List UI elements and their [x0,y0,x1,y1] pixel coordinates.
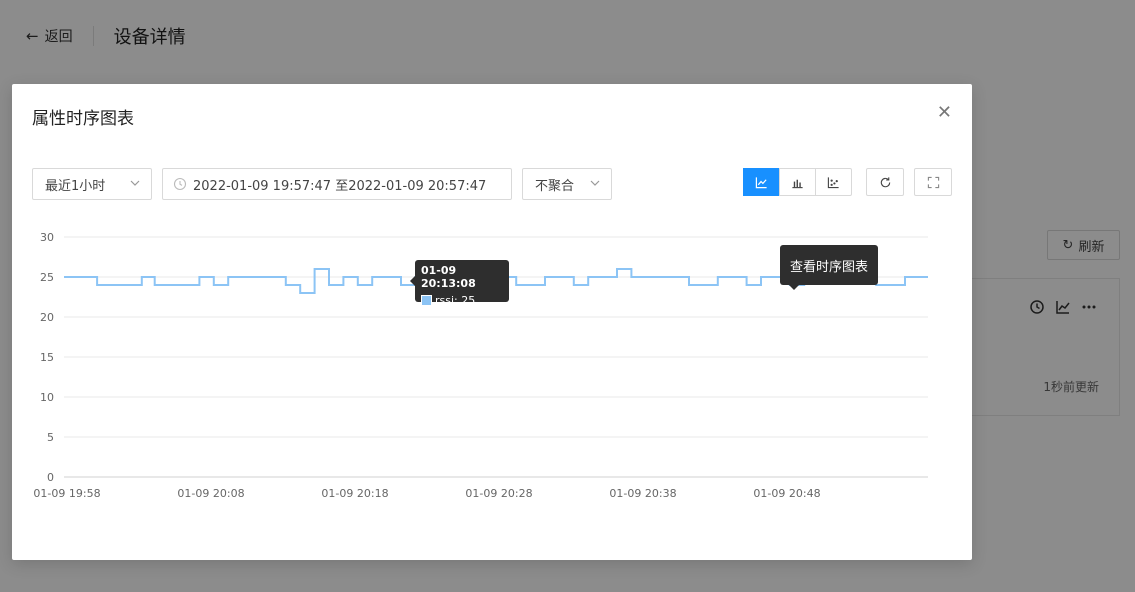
scatter-chart-icon [827,176,839,188]
aggregate-select[interactable]: 不聚合 [522,168,612,200]
x-tick-label: 01-09 20:38 [609,487,676,500]
data-tooltip: 01-09 20:13:08 rssi: 25 [410,260,509,307]
x-tick-label: 01-09 19:58 [33,487,100,500]
range-select-value: 最近1小时 [45,178,106,194]
series-swatch [421,295,432,306]
scatter-chart-button[interactable] [815,168,852,196]
y-tick-label: 15 [40,351,54,364]
time-range-value: 2022-01-09 19:57:47 至2022-01-09 20:57:47 [193,178,487,194]
y-tick-label: 10 [40,391,54,404]
x-tick-label: 01-09 20:28 [465,487,532,500]
x-tick-label: 01-09 20:08 [177,487,244,500]
modal-title: 属性时序图表 [32,109,134,129]
reload-button[interactable] [866,168,904,196]
fullscreen-icon [927,176,939,188]
reload-icon [880,176,890,187]
y-tick-label: 20 [40,311,54,324]
y-tick-label: 30 [40,231,54,244]
line-chart-button[interactable] [743,168,780,196]
hover-hint-tooltip: 查看时序图表 [780,245,878,290]
chart-type-toggle [743,168,852,196]
y-tick-label: 25 [40,271,54,284]
fullscreen-button[interactable] [914,168,952,196]
x-tick-label: 01-09 20:18 [321,487,388,500]
time-range-picker[interactable]: 2022-01-09 19:57:47 至2022-01-09 20:57:47 [162,168,512,200]
aggregate-select-value: 不聚合 [535,178,575,194]
line-chart-icon [755,176,767,188]
y-tick-label: 0 [47,471,54,484]
bar-chart-button[interactable] [779,168,816,196]
tooltip-time: 01-09 20:13:08 [421,264,476,290]
tooltip-value: rssi: 25 [435,294,476,307]
chevron-down-icon [130,180,140,186]
chevron-down-icon [590,180,600,186]
clock-icon [173,177,187,191]
y-tick-label: 5 [47,431,54,444]
x-tick-label: 01-09 20:48 [753,487,820,500]
close-icon[interactable]: ✕ [937,104,952,122]
timeseries-modal: 属性时序图表 ✕ 最近1小时 2022-01-09 19:57:47 至2022… [12,84,972,560]
bar-chart-icon [792,179,803,188]
tooltip-row: rssi: 25 [421,294,503,307]
chart-toolbar: 最近1小时 2022-01-09 19:57:47 至2022-01-09 20… [32,168,952,200]
range-select[interactable]: 最近1小时 [32,168,152,200]
